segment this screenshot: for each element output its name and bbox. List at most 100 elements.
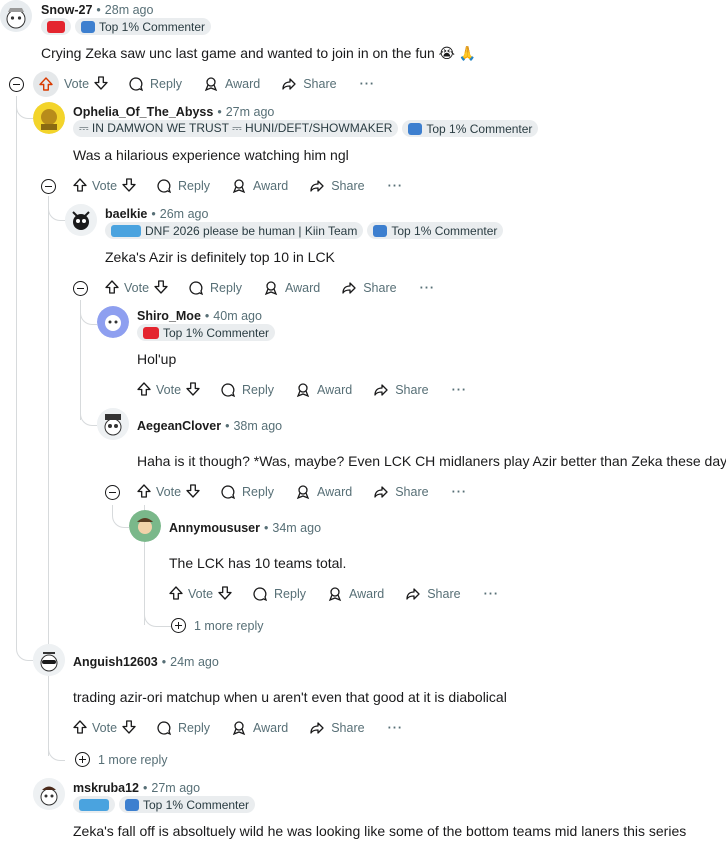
award-button[interactable]: Award	[231, 178, 288, 194]
collapse-thread-button[interactable]	[105, 485, 120, 500]
vote-label: Vote	[156, 485, 182, 499]
reply-button[interactable]: Reply	[220, 382, 274, 398]
share-icon	[310, 180, 324, 192]
share-label: Share	[395, 485, 429, 499]
award-icon	[296, 485, 310, 500]
more-options-button[interactable]: ···	[388, 721, 404, 735]
reply-button[interactable]: Reply	[156, 178, 210, 194]
username[interactable]: mskruba12	[73, 781, 139, 795]
award-button[interactable]: Award	[231, 720, 288, 736]
username[interactable]: baelkie	[105, 207, 147, 221]
comment-text: The LCK has 10 teams total.	[169, 555, 347, 571]
plus-icon	[171, 618, 186, 633]
share-button[interactable]: Share	[373, 484, 429, 500]
username[interactable]: Snow-27	[41, 3, 92, 17]
comment-bubble-icon	[157, 179, 172, 194]
user-flair	[73, 796, 115, 814]
user-flair: DNF 2026 please be human | Kiin Team	[105, 222, 364, 240]
avatar[interactable]	[97, 408, 129, 440]
award-button[interactable]: Award	[295, 382, 352, 398]
upvote-button[interactable]	[169, 585, 183, 603]
username[interactable]: Annymoususer	[169, 521, 260, 535]
vote-group: Vote	[137, 483, 200, 501]
collapse-thread-button[interactable]	[73, 281, 88, 296]
downvote-button[interactable]	[186, 381, 200, 399]
share-button[interactable]: Share	[281, 76, 337, 92]
avatar[interactable]	[129, 510, 161, 542]
more-replies-label: 1 more reply	[98, 752, 168, 767]
upvote-button[interactable]	[137, 483, 151, 501]
award-button[interactable]: Award	[263, 280, 320, 296]
comment-text: Zeka's Azir is definitely top 10 in LCK	[105, 249, 335, 265]
more-options-button[interactable]: ···	[360, 77, 376, 91]
upvote-button[interactable]	[137, 381, 151, 399]
share-icon	[406, 588, 420, 600]
username[interactable]: Anguish12603	[73, 655, 158, 669]
award-button[interactable]: Award	[295, 484, 352, 500]
timestamp: 28m ago	[104, 3, 154, 17]
more-replies-button[interactable]: 1 more reply	[171, 618, 263, 633]
vote-label: Vote	[156, 383, 182, 397]
more-options-button[interactable]: ···	[420, 281, 436, 295]
more-replies-button[interactable]: 1 more reply	[75, 752, 167, 767]
username[interactable]: AegeanClover	[137, 419, 221, 433]
flair-label: Top 1% Commenter	[426, 121, 533, 136]
share-button[interactable]: Share	[405, 586, 461, 602]
downvote-icon	[122, 177, 136, 192]
share-icon	[282, 78, 296, 90]
award-label: Award	[317, 485, 353, 499]
downvote-button[interactable]	[94, 75, 108, 93]
downvote-button[interactable]	[122, 177, 136, 195]
award-label: Award	[349, 587, 385, 601]
reply-button[interactable]: Reply	[220, 484, 274, 500]
share-label: Share	[331, 721, 365, 735]
collapse-thread-button[interactable]	[41, 179, 56, 194]
reply-button[interactable]: Reply	[252, 586, 306, 602]
avatar[interactable]	[33, 778, 65, 810]
comment-actions: Vote Reply Award Share ···	[137, 480, 467, 504]
username[interactable]: Ophelia_Of_The_Abyss	[73, 105, 213, 119]
reply-button[interactable]: Reply	[156, 720, 210, 736]
timestamp: 38m ago	[233, 419, 283, 433]
downvote-button[interactable]	[154, 279, 168, 297]
separator-dot: •	[225, 419, 230, 433]
avatar[interactable]	[0, 0, 32, 32]
award-button[interactable]: Award	[327, 586, 384, 602]
avatar[interactable]	[97, 306, 129, 338]
share-label: Share	[331, 179, 365, 193]
collapse-thread-button[interactable]	[9, 77, 24, 92]
upvote-button[interactable]	[73, 177, 87, 195]
upvote-button[interactable]	[33, 71, 59, 97]
avatar[interactable]	[33, 102, 65, 134]
reply-button[interactable]: Reply	[188, 280, 242, 296]
downvote-button[interactable]	[122, 719, 136, 737]
separator-dot: •	[161, 655, 167, 669]
downvote-button[interactable]	[218, 585, 232, 603]
reply-button[interactable]: Reply	[128, 76, 182, 92]
award-icon	[204, 77, 218, 92]
avatar[interactable]	[33, 644, 65, 676]
upvote-button[interactable]	[73, 719, 87, 737]
reply-label: Reply	[178, 179, 210, 193]
comment-bubble-icon	[129, 77, 144, 92]
reply-label: Reply	[210, 281, 242, 295]
share-button[interactable]: Share	[309, 178, 365, 194]
share-button[interactable]: Share	[309, 720, 365, 736]
more-options-button[interactable]: ···	[452, 485, 468, 499]
downvote-button[interactable]	[186, 483, 200, 501]
more-options-button[interactable]: ···	[484, 587, 500, 601]
award-button[interactable]: Award	[203, 76, 260, 92]
avatar[interactable]	[65, 204, 97, 236]
award-label: Award	[317, 383, 353, 397]
separator-dot: •	[143, 781, 148, 795]
share-button[interactable]: Share	[373, 382, 429, 398]
share-label: Share	[303, 77, 337, 91]
share-button[interactable]: Share	[341, 280, 397, 296]
more-options-button[interactable]: ···	[388, 179, 404, 193]
username[interactable]: Shiro_Moe	[137, 309, 201, 323]
more-options-button[interactable]: ···	[452, 383, 468, 397]
upvote-button[interactable]	[105, 279, 119, 297]
share-label: Share	[427, 587, 461, 601]
comment-actions: Vote Reply Award Share ···	[73, 716, 403, 740]
team-logo-icon	[47, 20, 65, 33]
